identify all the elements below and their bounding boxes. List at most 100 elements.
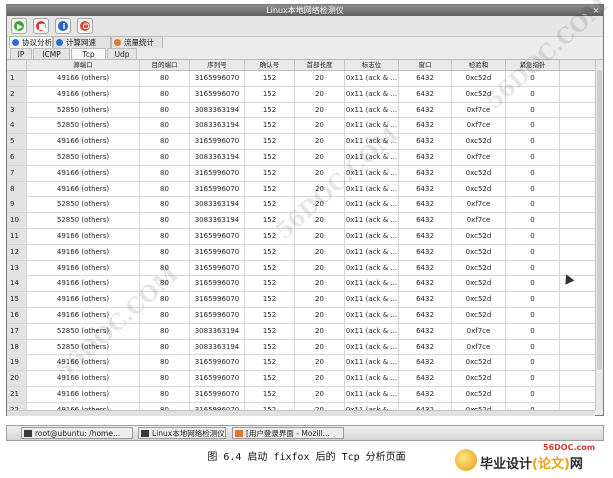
scroll-thumb[interactable] xyxy=(597,70,602,370)
table-cell: 0 xyxy=(506,244,560,260)
column-header[interactable] xyxy=(7,60,27,70)
horizontal-scrollbar[interactable] xyxy=(7,410,595,416)
protocol-tab-udp[interactable]: Udp xyxy=(107,48,137,59)
column-header[interactable]: 检验和 xyxy=(452,60,506,70)
stop-button[interactable]: ■ xyxy=(33,18,49,34)
table-cell: 0xc52d xyxy=(452,387,506,402)
table-cell: 3083363194 xyxy=(190,197,245,213)
table-cell: 3165996070 xyxy=(190,134,245,150)
table-cell: 80 xyxy=(140,276,190,292)
table-row[interactable]: 7 49166 (others) 80 3165996070 152 20 0x11 (ac… xyxy=(7,165,595,182)
close-button[interactable]: × xyxy=(591,5,601,16)
table-cell: 80 xyxy=(140,197,190,213)
table-cell: 152 xyxy=(245,355,295,371)
minimize-button[interactable]: _ xyxy=(580,5,589,16)
table-row[interactable]: 6 52850 (others) 80 3083363194 152 20 0x11 (ac… xyxy=(7,150,595,166)
table-row[interactable]: 18 52850 (others) 80 3083363194 152 20 0x11 (a… xyxy=(7,339,595,356)
table-row[interactable]: 15 49166 (others) 80 3165996070 152 20 0x11 (a… xyxy=(7,292,595,308)
row-number: 9 xyxy=(7,197,27,213)
protocol-tab-icmp[interactable]: ICMP xyxy=(33,48,70,59)
table-cell: 0 xyxy=(506,387,560,402)
table-cell: 152 xyxy=(245,134,295,150)
column-header[interactable]: 确认号 xyxy=(245,60,295,70)
vertical-scrollbar[interactable] xyxy=(595,60,603,410)
table-row[interactable]: 14 49166 (others) 80 3165996070 152 20 0x11 (a… xyxy=(7,276,595,293)
table-cell: 80 xyxy=(140,323,190,339)
table-row[interactable]: 20 49166 (others) 80 3165996070 152 20 0x11 (a… xyxy=(7,371,595,387)
table-cell: 152 xyxy=(245,260,295,276)
table-cell: 152 xyxy=(245,387,295,402)
table-cell: 80 xyxy=(140,308,190,323)
title-bar[interactable]: Linux本地网络检测仪 _ × xyxy=(7,5,603,16)
table-cell: 0 xyxy=(506,118,560,134)
table-header: 源端口 目的端口 序列号 确认号 首部长度 标志位 窗口 检验和 紧急指针 xyxy=(7,60,595,71)
main-tab-0[interactable]: 协议分析 xyxy=(9,36,53,48)
table-cell: 3165996070 xyxy=(190,86,245,102)
table-cell: 6432 xyxy=(399,197,452,213)
table-row[interactable]: 4 52850 (others) 80 3083363194 152 20 0x11 (ac… xyxy=(7,118,595,135)
table-row[interactable]: 21 49166 (others) 80 3165996070 152 20 0x11 (a… xyxy=(7,387,595,403)
table-cell: 0xc52d xyxy=(452,71,506,86)
column-header[interactable]: 目的端口 xyxy=(140,60,190,70)
table-cell: 152 xyxy=(245,244,295,260)
table-row[interactable]: 10 52850 (others) 80 3083363194 152 20 0x11 (a… xyxy=(7,213,595,229)
column-header[interactable]: 紧急指针 xyxy=(506,60,560,70)
row-number: 1 xyxy=(7,71,27,86)
table-cell: 0xf7ce xyxy=(452,150,506,165)
table-row[interactable]: 13 49166 (others) 80 3165996070 152 20 0x11 (a… xyxy=(7,260,595,277)
table-cell: 6432 xyxy=(399,308,452,323)
table-row[interactable]: 8 49166 (others) 80 3165996070 152 20 0x11 (ac… xyxy=(7,181,595,198)
table-cell: 20 xyxy=(295,371,345,387)
exit-button[interactable]: ⏻ xyxy=(77,18,93,34)
table-cell: 0x11 (ack & ... xyxy=(345,150,399,165)
table-cell: 152 xyxy=(245,371,295,387)
table-row[interactable]: 11 49166 (others) 80 3165996070 152 20 0x11 (a… xyxy=(7,229,595,245)
row-number: 3 xyxy=(7,102,27,118)
table-cell: 152 xyxy=(245,181,295,197)
table-cell: 0xc52d xyxy=(452,165,506,181)
table-row[interactable]: 17 52850 (others) 80 3083363194 152 20 0x11 (a… xyxy=(7,323,595,340)
column-header[interactable]: 首部长度 xyxy=(295,60,345,70)
table-cell: 20 xyxy=(295,402,345,410)
table-cell: 80 xyxy=(140,292,190,308)
table-cell: 49166 (others) xyxy=(27,229,140,244)
column-header[interactable]: 标志位 xyxy=(345,60,399,70)
column-header[interactable]: 窗口 xyxy=(399,60,452,70)
main-tab-2[interactable]: 流量统计 xyxy=(111,36,163,48)
table-cell: 0xc52d xyxy=(452,355,506,371)
table-cell: 6432 xyxy=(399,165,452,181)
table-cell: 6432 xyxy=(399,276,452,292)
table-row[interactable]: 5 49166 (others) 80 3165996070 152 20 0x11 (ac… xyxy=(7,134,595,150)
tcp-packet-table: 源端口 目的端口 序列号 确认号 首部长度 标志位 窗口 检验和 紧急指针 1 49166 (ot… xyxy=(7,60,595,410)
table-cell: 6432 xyxy=(399,323,452,339)
table-cell: 80 xyxy=(140,229,190,244)
table-row[interactable]: 19 49166 (others) 80 3165996070 152 20 0x11 (a… xyxy=(7,355,595,372)
taskbar-item[interactable]: [用户登录界面 - Mozill... xyxy=(232,427,344,439)
info-button[interactable]: i xyxy=(55,18,71,34)
table-row[interactable]: 2 49166 (others) 80 3165996070 152 20 0x11 (ac… xyxy=(7,86,595,103)
stop-icon: ■ xyxy=(36,21,46,31)
table-cell: 0 xyxy=(506,71,560,86)
table-cell: 52850 (others) xyxy=(27,197,140,213)
taskbar-item[interactable]: root@ubuntu: /home... xyxy=(21,427,133,439)
table-row[interactable]: 3 52850 (others) 80 3083363194 152 20 0x11 (ac… xyxy=(7,102,595,119)
protocol-tab-ip[interactable]: IP xyxy=(10,48,32,59)
table-cell: 3083363194 xyxy=(190,323,245,339)
row-number: 15 xyxy=(7,292,27,308)
table-row[interactable]: 16 49166 (others) 80 3165996070 152 20 0x11 (a… xyxy=(7,308,595,324)
taskbar-item[interactable]: Linux本地网络检测仪 xyxy=(138,427,226,439)
column-header[interactable]: 序列号 xyxy=(190,60,245,70)
column-header[interactable]: 源端口 xyxy=(27,60,140,70)
table-row[interactable]: 22 49166 (others) 80 3165996070 152 20 0x11 (a… xyxy=(7,402,595,410)
table-cell: 52850 (others) xyxy=(27,213,140,229)
table-cell: 0xf7ce xyxy=(452,323,506,339)
table-row[interactable]: 1 49166 (others) 80 3165996070 152 20 0x11 (ac… xyxy=(7,71,595,87)
main-tab-1[interactable]: 计算网速 xyxy=(53,36,111,48)
table-row[interactable]: 9 52850 (others) 80 3083363194 152 20 0x11 (ac… xyxy=(7,197,595,214)
row-number: 20 xyxy=(7,371,27,387)
start-button[interactable]: ▶ xyxy=(11,18,27,34)
table-row[interactable]: 12 49166 (others) 80 3165996070 152 20 0x11 (a… xyxy=(7,244,595,261)
table-cell: 49166 (others) xyxy=(27,71,140,86)
protocol-tab-tcp[interactable]: Tcp xyxy=(71,48,106,59)
taskbar-item-label: Linux本地网络检测仪 xyxy=(152,429,225,438)
